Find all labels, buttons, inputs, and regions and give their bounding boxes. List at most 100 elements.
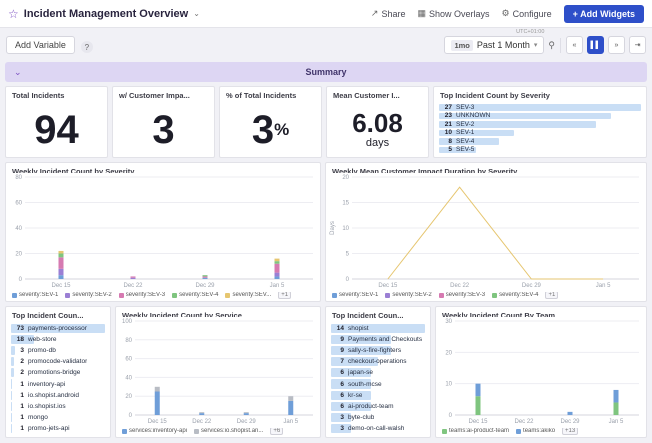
toplist-row[interactable]: 21SEV-2: [439, 120, 641, 129]
svg-text:Jan 5: Jan 5: [283, 419, 298, 425]
svg-text:Days: Days: [330, 221, 336, 235]
toplist-row[interactable]: 6ai-product-team: [331, 401, 425, 412]
toplist-row[interactable]: 1promo-jets-api: [11, 423, 105, 434]
backward-icon: «: [573, 42, 577, 49]
share-label: Share: [381, 9, 405, 19]
title-chevron-down-icon[interactable]: ⌄: [193, 9, 200, 18]
toplist-row[interactable]: 18web-store: [11, 334, 105, 345]
toplist-row[interactable]: 6kr-se: [331, 390, 425, 401]
legend-item[interactable]: severity:SEV-3: [439, 292, 485, 298]
time-forward-button[interactable]: »: [608, 36, 625, 54]
chart-legend: services:inventory-api services:io.shopis…: [116, 428, 320, 437]
summary-section-header[interactable]: ⌄ Summary: [5, 62, 647, 82]
svg-text:10: 10: [342, 226, 349, 232]
toplist-row[interactable]: 6south-mcse: [331, 378, 425, 389]
collapse-chevron-icon[interactable]: ⌄: [14, 67, 22, 78]
toplist-label: south-mcse: [348, 381, 382, 388]
toplist-row[interactable]: 6japan-se: [331, 367, 425, 378]
legend-item[interactable]: severity:SEV...: [225, 292, 271, 298]
legend-overflow-badge[interactable]: +6: [270, 428, 283, 436]
legend-swatch: [516, 429, 521, 434]
toplist-row[interactable]: 1inventory-api: [11, 378, 105, 389]
toplist-value: 3: [331, 414, 344, 421]
toplist-label: Payments and Checkouts: [348, 336, 422, 343]
dashboard-header: ☆ Incident Management Overview ⌄ ↗ Share…: [0, 0, 652, 28]
legend-overflow-badge[interactable]: +1: [545, 292, 558, 300]
legend-item[interactable]: services:io.shopist.an...: [194, 428, 263, 434]
widget-title: Weekly Incident Count By Team: [436, 307, 646, 317]
legend-item[interactable]: teams:ai-product-team: [442, 428, 509, 434]
legend-overflow-badge[interactable]: +1: [278, 292, 291, 300]
toplist-label: promotions-bridge: [28, 369, 80, 376]
toplist-value: 6: [331, 392, 344, 399]
toplist-row[interactable]: 10SEV-1: [439, 129, 641, 138]
add-variable-button[interactable]: Add Variable: [6, 36, 75, 54]
toplist-row[interactable]: 3demo-on-call-walsh: [331, 423, 425, 434]
favorite-star-icon[interactable]: ☆: [8, 7, 19, 21]
page-title[interactable]: Incident Management Overview: [24, 8, 188, 20]
legend-item[interactable]: severity:SEV-2: [65, 292, 111, 298]
toplist-value: 1: [11, 425, 24, 432]
timezone-label[interactable]: UTC+01:00: [516, 29, 544, 35]
widget-title: Mean Customer I...: [327, 87, 428, 102]
toplist-row[interactable]: 1io.shopist.ios: [11, 401, 105, 412]
svg-text:Dec 22: Dec 22: [514, 419, 534, 425]
kpi-value: 3: [152, 110, 174, 150]
svg-text:60: 60: [15, 200, 22, 206]
legend-item[interactable]: services:inventory-api: [122, 428, 187, 434]
legend-item[interactable]: teams:akiko: [516, 428, 555, 434]
toplist-severity[interactable]: 27SEV-323UNKNOWN21SEV-210SEV-18SEV-45SEV…: [434, 102, 646, 157]
share-button[interactable]: ↗ Share: [371, 8, 406, 19]
legend-overflow-badge[interactable]: +13: [562, 428, 578, 436]
toplist-row[interactable]: 9sally-s-fire-fighters: [331, 345, 425, 356]
toplist-team[interactable]: 14shopist9Payments and Checkouts9sally-s…: [326, 322, 430, 437]
toplist-row[interactable]: 2promotions-bridge: [11, 367, 105, 378]
line-chart-svg: 05101520Dec 15Dec 22Dec 29Jan 5Days: [328, 173, 644, 290]
pause-button[interactable]: ▌▌: [587, 36, 604, 54]
toplist-value: 1: [11, 392, 24, 399]
toplist-service[interactable]: 73payments-processor18web-store3promo-db…: [6, 322, 110, 437]
time-range-picker[interactable]: 1mo Past 1 Month ▾: [444, 36, 544, 54]
impact-duration-line-chart[interactable]: 05101520Dec 15Dec 22Dec 29Jan 5Days: [328, 173, 644, 292]
configure-button[interactable]: ⚙ Configure: [502, 8, 552, 19]
toplist-value: 1: [11, 403, 24, 410]
legend-label: severity:SEV-1: [19, 292, 58, 298]
toplist-row[interactable]: 73payments-processor: [11, 323, 105, 334]
jump-to-now-button[interactable]: ⇥: [629, 36, 646, 54]
toplist-row[interactable]: 5SEV-5: [439, 146, 641, 155]
toplist-row[interactable]: 7checkout-operations: [331, 356, 425, 367]
show-overlays-button[interactable]: ▦ Show Overlays: [418, 8, 490, 19]
legend-swatch: [119, 293, 124, 298]
pin-icon[interactable]: ⚲: [548, 40, 555, 51]
toplist-row[interactable]: 2promocode-validator: [11, 356, 105, 367]
toplist-row[interactable]: 1mongo: [11, 412, 105, 423]
legend-label: severity:SEV...: [232, 292, 271, 298]
weekly-severity-bar-chart[interactable]: 020406080Dec 15Dec 22Dec 29Jan 5: [8, 173, 318, 292]
weekly-service-bar-chart[interactable]: 020406080100Dec 15Dec 22Dec 29Jan 5: [118, 317, 318, 428]
toplist-value: 1: [11, 381, 24, 388]
legend-item[interactable]: severity:SEV-1: [12, 292, 58, 298]
time-backward-button[interactable]: «: [566, 36, 583, 54]
legend-item[interactable]: severity:SEV-3: [119, 292, 165, 298]
help-icon[interactable]: ?: [81, 41, 93, 53]
legend-item[interactable]: severity:SEV-4: [172, 292, 218, 298]
add-widgets-button[interactable]: + Add Widgets: [564, 5, 644, 23]
toplist-row[interactable]: 3byte-club: [331, 412, 425, 423]
toplist-row[interactable]: 23UNKNOWN: [439, 112, 641, 121]
toplist-row[interactable]: 27SEV-3: [439, 103, 641, 112]
weekly-team-bar-chart[interactable]: 0102030Dec 15Dec 22Dec 29Jan 5: [438, 317, 644, 428]
toplist-row[interactable]: 14shopist: [331, 323, 425, 334]
legend-item[interactable]: severity:SEV-4: [492, 292, 538, 298]
toplist-row[interactable]: 1io.shopist.android: [11, 390, 105, 401]
toplist-row[interactable]: 3promo-db: [11, 345, 105, 356]
toplist-label: checkout-operations: [348, 358, 407, 365]
svg-text:Dec 22: Dec 22: [123, 283, 143, 289]
toplist-value: 9: [331, 347, 344, 354]
toplist-row[interactable]: 8SEV-4: [439, 137, 641, 146]
svg-text:10: 10: [445, 381, 452, 387]
legend-item[interactable]: severity:SEV-1: [332, 292, 378, 298]
toplist-row[interactable]: 9Payments and Checkouts: [331, 334, 425, 345]
legend-item[interactable]: severity:SEV-2: [385, 292, 431, 298]
time-range-label: Past 1 Month: [477, 40, 530, 50]
toplist-label: UNKNOWN: [456, 112, 490, 119]
